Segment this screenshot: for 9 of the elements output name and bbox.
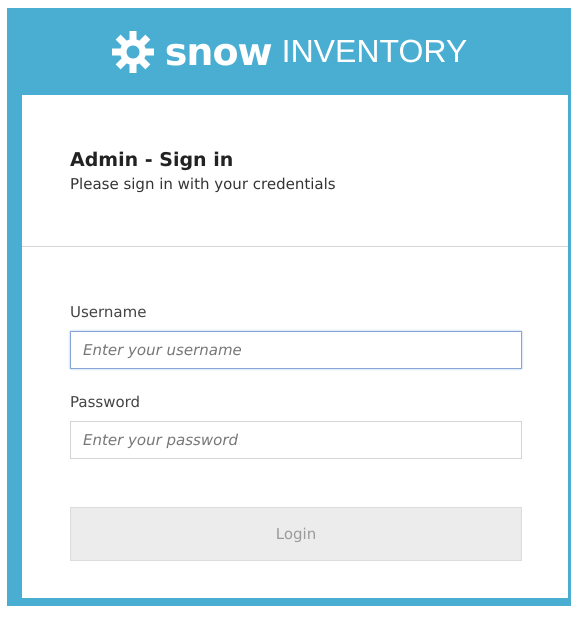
card-subtitle: Please sign in with your credentials <box>70 175 337 193</box>
field-label: Username <box>70 303 146 321</box>
field-label: Password <box>70 393 140 411</box>
product-name: INVENTORY <box>282 33 468 70</box>
brand-logo: snow <box>164 30 272 74</box>
input-field[interactable]: Enter your password <box>70 421 522 459</box>
card-title: Admin - Sign in <box>70 149 234 171</box>
gear-icon <box>110 30 155 74</box>
input-field[interactable]: Enter your username <box>70 331 522 369</box>
